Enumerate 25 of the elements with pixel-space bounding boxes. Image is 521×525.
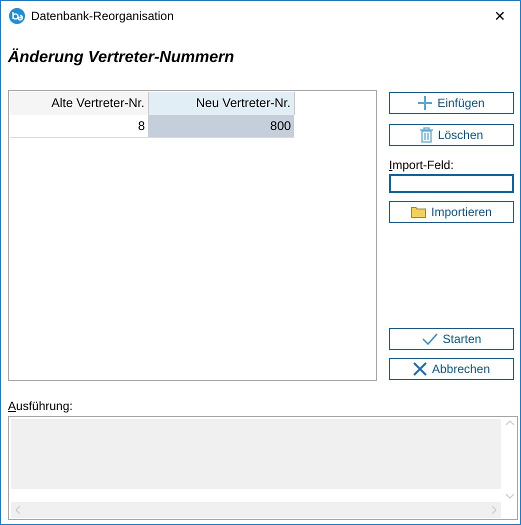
trash-icon — [420, 126, 433, 143]
add-button[interactable]: Einfügen — [389, 92, 514, 114]
column-header[interactable]: Alte Vertreter-Nr. — [10, 92, 148, 115]
app-logo-icon — [9, 8, 25, 24]
cross-icon — [412, 362, 427, 376]
heading: Änderung Vertreter-Nummern — [8, 47, 236, 68]
horizontal-scrollbar[interactable] — [11, 502, 501, 518]
scroll-up-icon[interactable] — [506, 420, 514, 425]
column-header[interactable]: Neu Vertreter-Nr. — [148, 92, 294, 115]
table-cell[interactable]: 800 — [148, 114, 294, 138]
output-label: Ausführung: — [8, 398, 74, 415]
close-button[interactable]: ✕ — [488, 6, 512, 27]
scroll-left-icon[interactable] — [15, 506, 20, 514]
delete-button[interactable]: Löschen — [389, 124, 514, 146]
field-label: Import-Feld: — [389, 156, 455, 174]
window-title: Datenbank-Reorganisation — [31, 8, 174, 26]
import-field[interactable] — [389, 174, 514, 193]
scroll-down-icon[interactable] — [506, 494, 514, 499]
scroll-right-icon[interactable] — [492, 506, 497, 514]
cancel-button[interactable]: Abbrechen — [389, 358, 514, 380]
start-button[interactable]: Starten — [389, 328, 514, 350]
check-icon — [422, 332, 438, 345]
plus-icon — [418, 96, 432, 110]
folder-icon — [411, 206, 426, 218]
import-button[interactable]: Importieren — [389, 200, 514, 223]
